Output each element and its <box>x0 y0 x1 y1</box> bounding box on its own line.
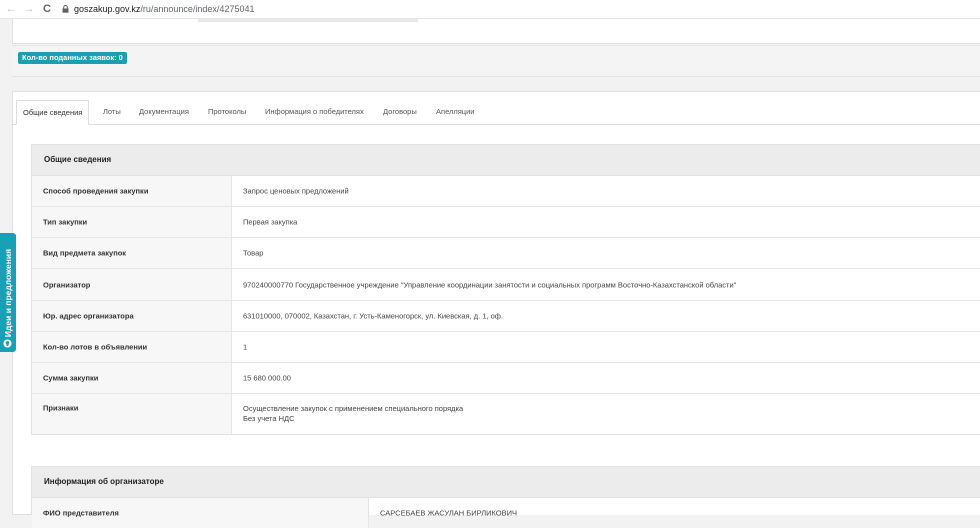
tab-contracts[interactable]: Договоры <box>383 100 417 124</box>
table-row: Способ проведения закупки Запрос ценовых… <box>32 176 980 207</box>
row-label: Способ проведения закупки <box>32 176 232 206</box>
table-row: Вид предмета закупок Товар <box>32 238 980 269</box>
row-label: Признаки <box>32 394 232 434</box>
feedback-tab-label: Идеи и предложения <box>3 248 13 337</box>
table-row: Юр. адрес организатора 631010000, 070002… <box>32 301 980 332</box>
row-value: Товар <box>243 248 264 258</box>
organizer-info-section: Информация об организаторе ФИО представи… <box>31 466 980 528</box>
announcement-content: Общие сведения Лоты Документация Протоко… <box>12 91 980 528</box>
browser-toolbar: ← → C goszakup.gov.kz/ru/announce/index/… <box>0 0 980 19</box>
row-value: 1 <box>243 342 248 352</box>
table-row: Кол-во лотов в объявлении 1 <box>32 332 980 363</box>
row-label: ФИО представителя <box>32 498 369 528</box>
tab-general[interactable]: Общие сведения <box>16 100 90 125</box>
row-value: САРСЕБАЕВ ЖАСУЛАН БИРЛИКОВИЧ <box>380 508 518 518</box>
row-value: 631010000, 070002, Казахстан, г. Усть-Ка… <box>243 311 504 321</box>
table-row: Организатор 970240000770 Государственное… <box>32 269 980 301</box>
tab-bar: Общие сведения Лоты Документация Протоко… <box>13 100 980 125</box>
table-row: Сумма закупки 15 680 000.00 <box>32 363 980 394</box>
table-row: Признаки Осуществление закупок с примене… <box>32 394 980 434</box>
tab-lots[interactable]: Лоты <box>103 100 121 124</box>
tab-protocols[interactable]: Протоколы <box>208 100 246 124</box>
row-value: 970240000770 Государственное учреждение … <box>243 280 737 289</box>
row-label: Вид предмета закупок <box>32 238 232 268</box>
url-path: /ru/announce/index/4275041 <box>140 4 255 14</box>
bids-count-badge: Кол-во поданных заявок: 0 <box>18 52 127 64</box>
row-label: Юр. адрес организатора <box>32 301 232 331</box>
ideas-feedback-tab[interactable]: Идеи и предложения <box>0 233 16 352</box>
forward-button[interactable]: → <box>22 2 36 16</box>
page: Кол-во поданных заявок: 0 Общие сведения… <box>0 19 980 528</box>
section-title: Информация об организаторе <box>32 467 980 498</box>
url-host: goszakup.gov.kz <box>74 4 141 14</box>
tab-winners[interactable]: Информация о победителях <box>265 100 364 124</box>
row-label: Сумма закупки <box>32 363 232 393</box>
bids-panel: Кол-во поданных заявок: 0 <box>12 45 980 77</box>
horizontal-scrollbar[interactable] <box>198 19 418 22</box>
section-title: Общие сведения <box>32 145 980 176</box>
reload-button[interactable]: C <box>40 2 54 16</box>
address-bar[interactable]: goszakup.gov.kz/ru/announce/index/427504… <box>62 4 254 14</box>
row-label: Тип закупки <box>32 207 232 237</box>
general-info-section: Общие сведения Способ проведения закупки… <box>31 144 980 435</box>
row-value: 15 680 000.00 <box>243 373 291 383</box>
tab-appeals[interactable]: Апелляции <box>436 100 474 124</box>
row-label: Организатор <box>32 269 232 300</box>
tab-documentation[interactable]: Документация <box>139 100 189 124</box>
back-button[interactable]: ← <box>4 2 18 16</box>
row-label: Кол-во лотов в объявлении <box>32 332 232 362</box>
lock-icon <box>62 5 69 13</box>
row-value: Осуществление закупок с применением спец… <box>243 404 464 423</box>
lightbulb-icon <box>3 339 12 348</box>
top-panel <box>12 19 980 44</box>
row-value: Запрос ценовых предложений <box>243 186 349 196</box>
table-row: Тип закупки Первая закупка <box>32 207 980 238</box>
table-row: ФИО представителя САРСЕБАЕВ ЖАСУЛАН БИРЛ… <box>32 498 980 528</box>
row-value: Первая закупка <box>243 217 298 227</box>
